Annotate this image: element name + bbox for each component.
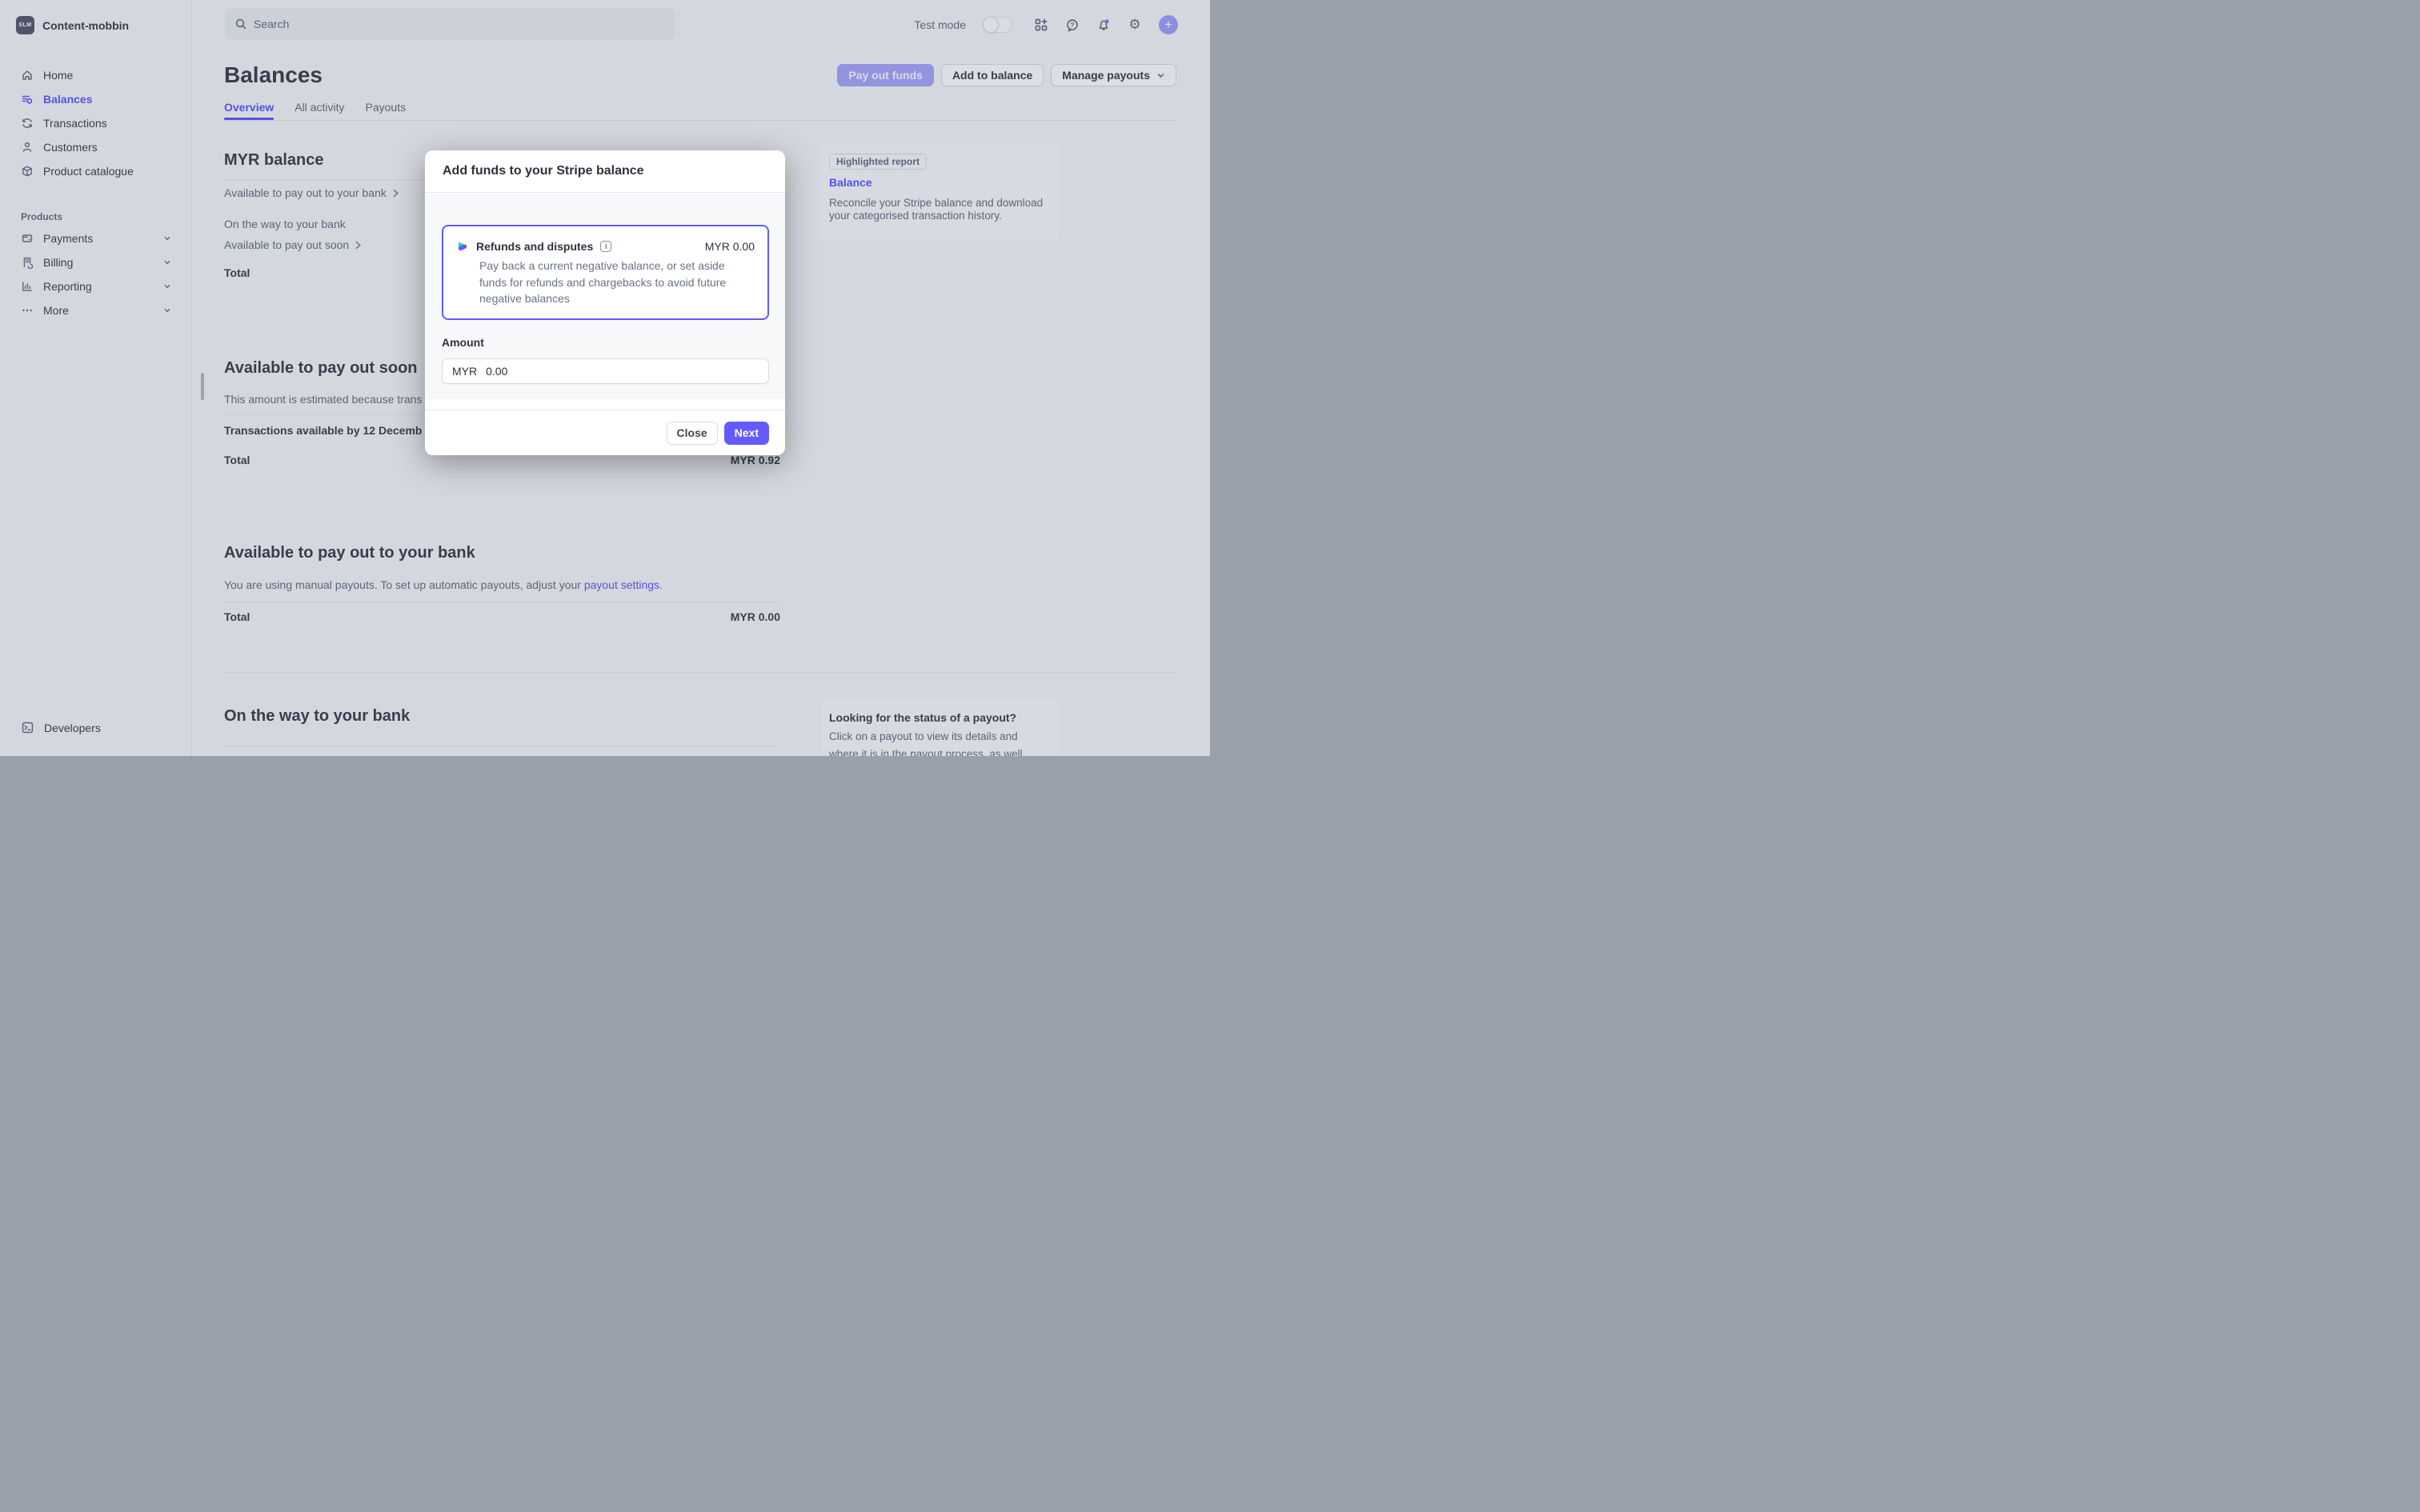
option-amount: MYR 0.00 — [705, 240, 755, 253]
refunds-disputes-option[interactable]: Refunds and disputes i MYR 0.00 Pay back… — [442, 225, 769, 320]
option-description: Pay back a current negative balance, or … — [479, 258, 748, 307]
info-icon[interactable]: i — [600, 241, 611, 252]
amount-value: 0.00 — [486, 365, 507, 378]
option-title: Refunds and disputes — [476, 240, 593, 253]
modal-title: Add funds to your Stripe balance — [425, 150, 785, 193]
amount-label: Amount — [442, 336, 484, 349]
balance-funds-icon — [456, 240, 469, 253]
modal-footer: Close Next — [425, 410, 785, 455]
next-button[interactable]: Next — [724, 422, 769, 445]
close-button[interactable]: Close — [667, 422, 718, 445]
currency-prefix: MYR — [452, 365, 477, 378]
add-funds-modal: Add funds to your Stripe balance Refunds… — [425, 150, 785, 455]
stripe-dashboard-page: SLM Content-mobbin Home Balances Tran — [0, 0, 1210, 756]
amount-input[interactable]: MYR 0.00 — [442, 358, 769, 384]
modal-body: Refunds and disputes i MYR 0.00 Pay back… — [425, 194, 785, 399]
